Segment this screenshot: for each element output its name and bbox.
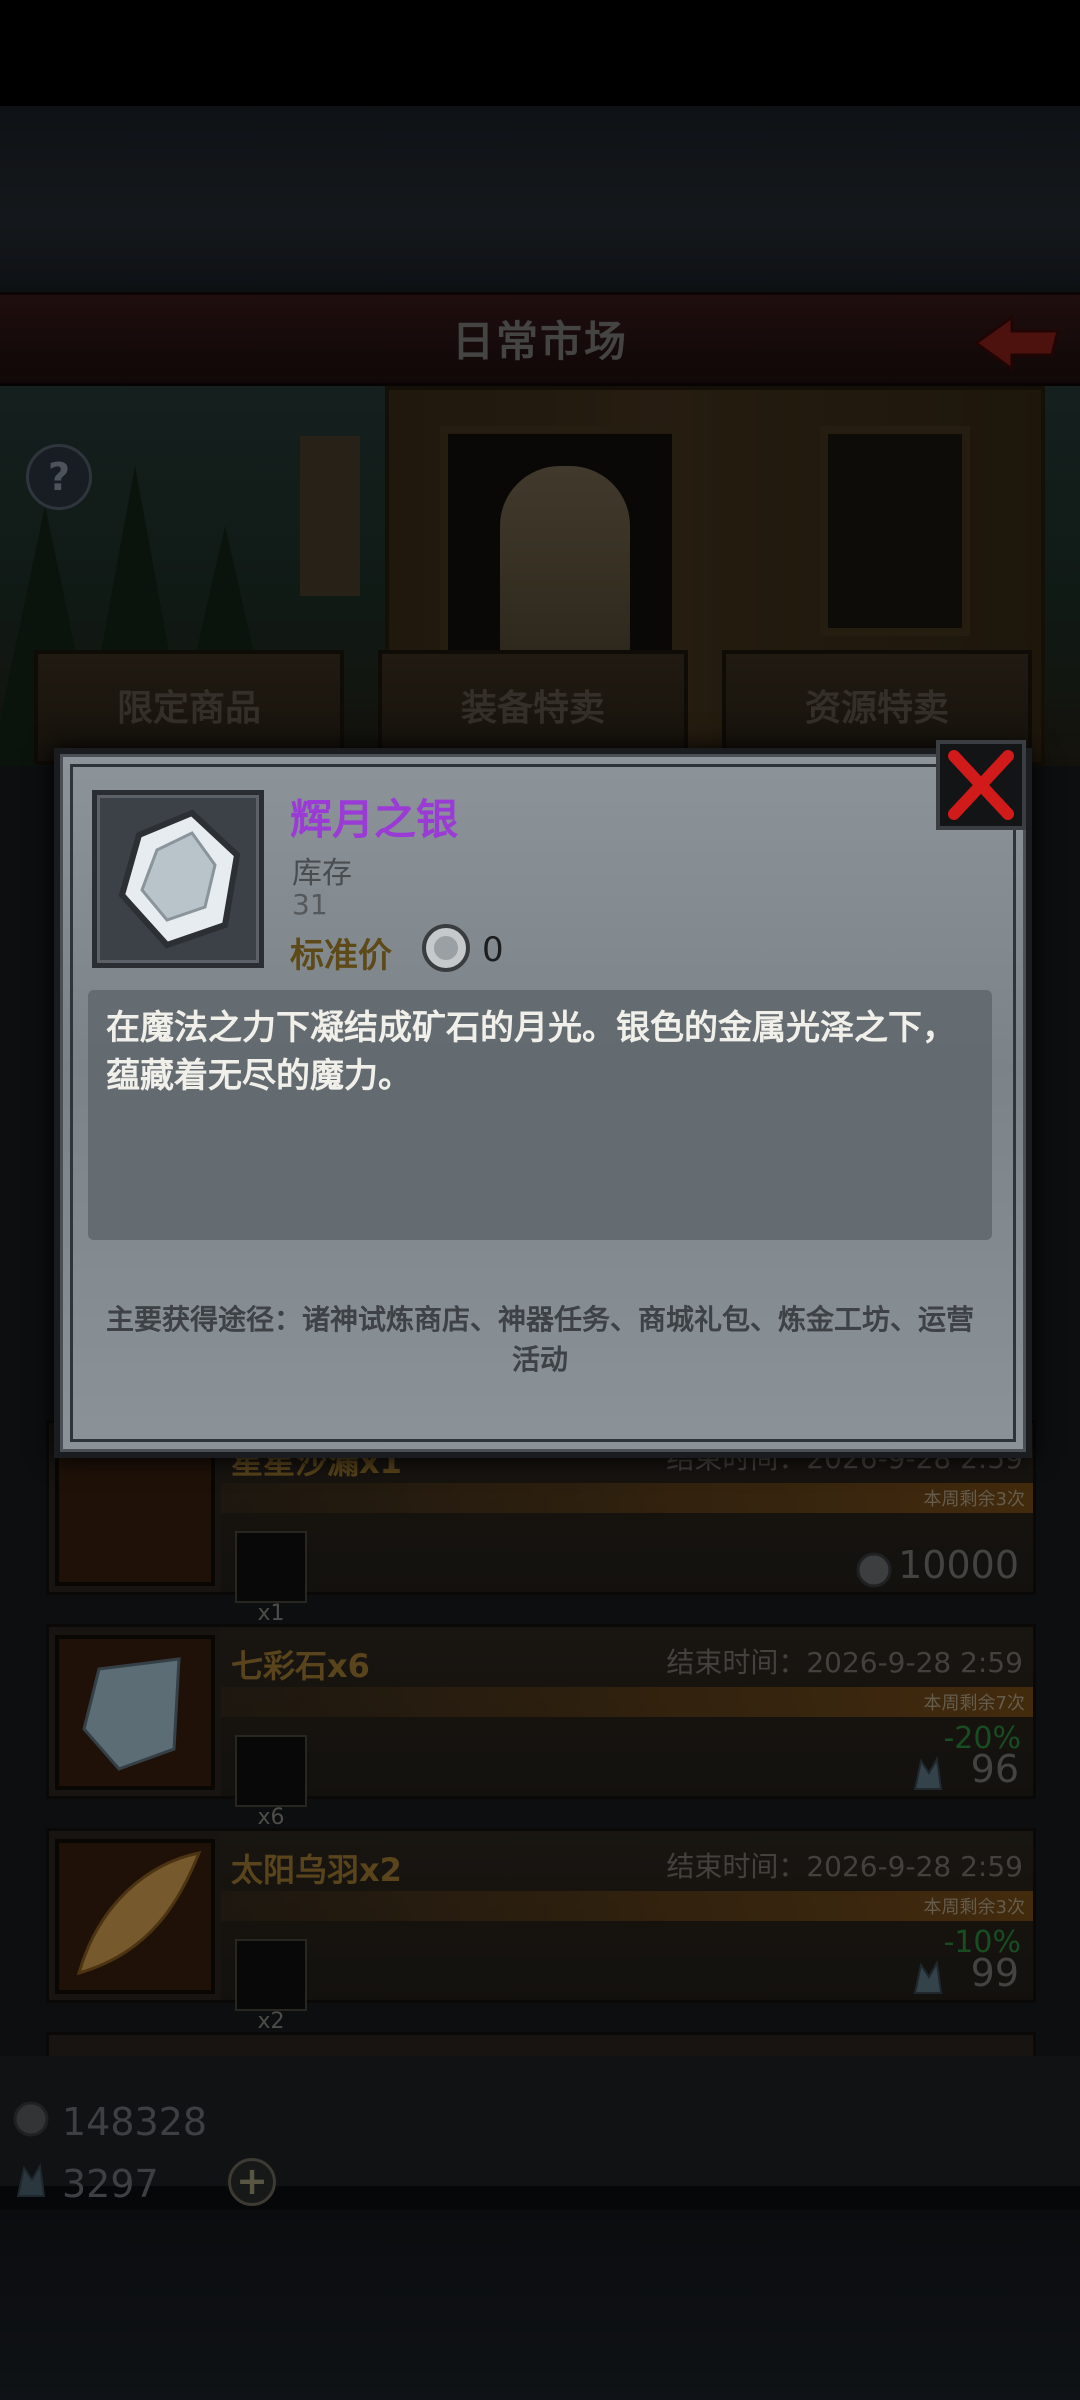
close-button[interactable] bbox=[936, 740, 1026, 830]
item-name: 辉月之银 bbox=[290, 795, 459, 844]
stock-value: 31 bbox=[292, 888, 328, 921]
item-description: 在魔法之力下凝结成矿石的月光。银色的金属光泽之下，蕴藏着无尽的魔力。 bbox=[106, 1008, 956, 1096]
close-icon bbox=[948, 750, 1014, 820]
item-frame bbox=[92, 790, 264, 968]
status-bar bbox=[0, 0, 1080, 106]
moon-silver-ore-icon bbox=[118, 809, 241, 949]
silver-coin-icon bbox=[422, 924, 470, 972]
standard-price-value: 0 bbox=[482, 930, 504, 970]
item-sources: 主要获得途径：诸神试炼商店、神器任务、商城礼包、炼金工坊、运营活动 bbox=[105, 1303, 974, 1376]
stock-label: 库存 bbox=[292, 856, 352, 891]
standard-price-label: 标准价 bbox=[290, 936, 392, 976]
